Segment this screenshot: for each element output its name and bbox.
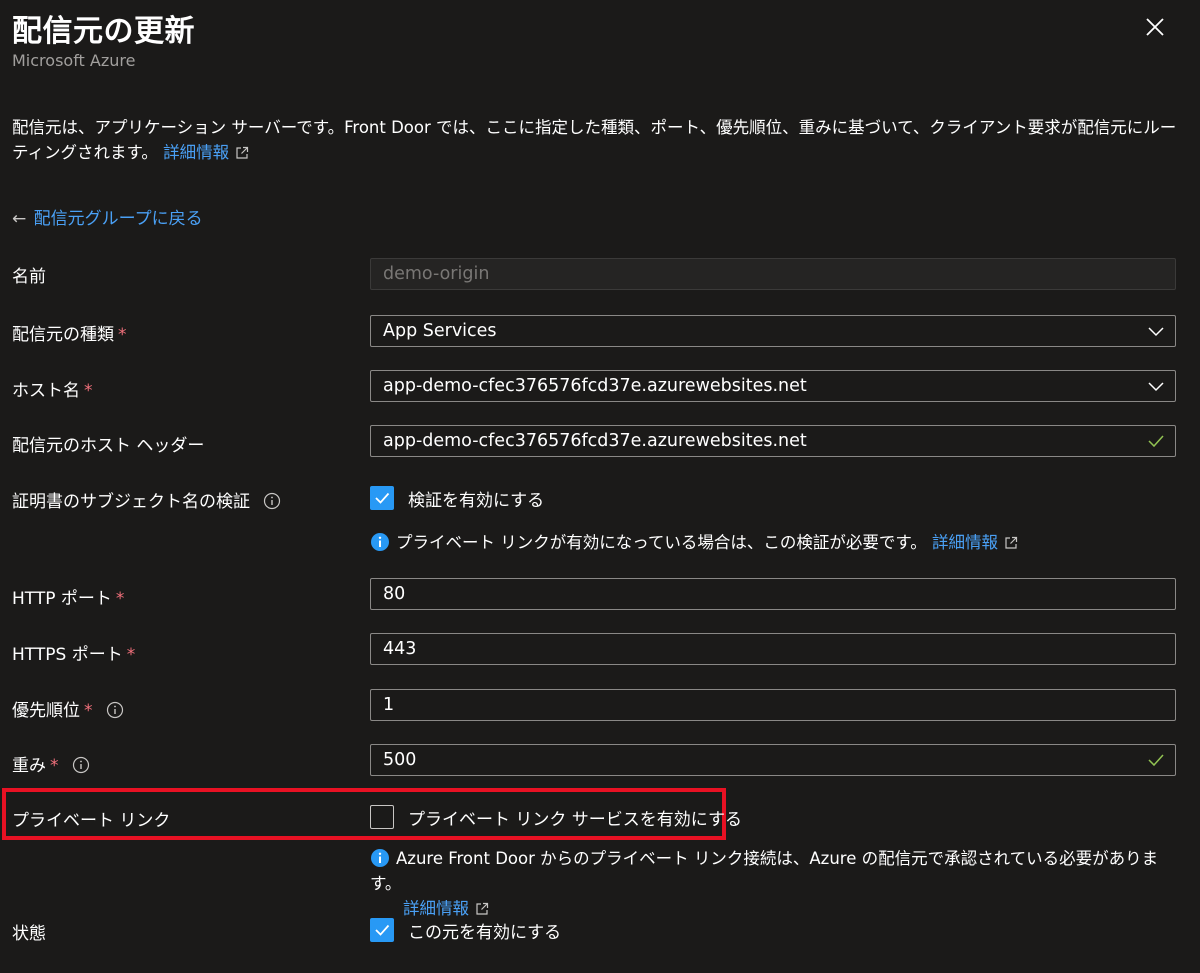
host-header-input[interactable]: app-demo-cfec376576fcd37e.azurewebsites.… [370,425,1176,457]
required-marker: * [84,381,93,401]
priority-label: 優先順位 * [12,696,124,721]
http-port-label: HTTP ポート * [12,589,125,609]
weight-input[interactable]: 500 [370,744,1176,776]
back-link-label: 配信元グループに戻る [33,209,203,229]
valid-check-icon [1148,754,1164,767]
cert-check-checkbox-label[interactable]: 検証を有効にする [408,486,544,511]
external-link-icon [476,902,489,915]
priority-value: 1 [383,695,395,715]
info-icon[interactable] [106,701,124,719]
weight-value: 500 [383,750,417,770]
update-origin-panel: 配信元の更新 Microsoft Azure 配信元は、アプリケーション サーバ… [0,0,1200,973]
private-link-label: プライベート リンク [12,811,171,831]
external-link-icon [236,146,249,159]
status-label: 状態 [12,924,46,944]
host-name-value: app-demo-cfec376576fcd37e.azurewebsites.… [383,376,807,396]
info-icon[interactable] [263,492,281,510]
https-port-input[interactable]: 443 [370,633,1176,665]
info-filled-icon [371,849,389,867]
priority-input[interactable]: 1 [370,689,1176,721]
description: 配信元は、アプリケーション サーバーです。Front Door では、ここに指定… [12,115,1182,165]
cert-check-note: プライベート リンクが有効になっている場合は、この検証が必要です。 詳細情報 [370,530,1018,555]
chevron-down-icon [1148,327,1164,337]
external-link-icon [1005,536,1018,549]
required-marker: * [50,756,59,776]
info-filled-icon [371,533,389,551]
host-header-value: app-demo-cfec376576fcd37e.azurewebsites.… [383,431,807,451]
status-checkbox[interactable] [370,918,394,942]
origin-type-label: 配信元の種類 * [12,325,127,345]
required-marker: * [118,325,127,345]
valid-check-icon [1148,435,1164,448]
http-port-input[interactable]: 80 [370,578,1176,610]
host-name-dropdown[interactable]: app-demo-cfec376576fcd37e.azurewebsites.… [370,370,1176,402]
private-link-checkbox[interactable] [370,805,394,829]
checkmark-icon [375,492,390,504]
name-label: 名前 [12,267,46,287]
cert-check-learn-more-link[interactable]: 詳細情報 [932,533,998,552]
cert-check-note-text: プライベート リンクが有効になっている場合は、この検証が必要です。 [396,533,927,552]
required-marker: * [126,645,136,665]
required-marker: * [115,589,125,609]
host-name-label: ホスト名 * [12,381,93,401]
weight-label: 重み * [12,751,90,776]
required-marker: * [84,701,93,721]
name-value: demo-origin [383,264,490,284]
page-title: 配信元の更新 [12,14,195,49]
http-port-value: 80 [383,584,406,604]
private-link-note-text: Azure Front Door からのプライベート リンク接続は、Azure … [370,849,1159,893]
https-port-value: 443 [383,639,417,659]
status-checkbox-label[interactable]: この元を有効にする [408,918,561,943]
host-header-label: 配信元のホスト ヘッダー [12,436,205,456]
private-link-note: Azure Front Door からのプライベート リンク接続は、Azure … [370,846,1170,921]
close-icon [1146,18,1164,36]
close-button[interactable] [1140,12,1170,42]
back-arrow-icon: ← [12,209,27,229]
chevron-down-icon [1148,382,1164,392]
cert-check-label: 証明書のサブジェクト名の検証 [12,487,281,512]
cert-check-checkbox[interactable] [370,486,394,510]
https-port-label: HTTPS ポート * [12,645,136,665]
name-field[interactable]: demo-origin [370,258,1176,290]
learn-more-link[interactable]: 詳細情報 [163,143,229,162]
page-subtitle: Microsoft Azure [12,51,136,70]
back-to-origin-group-link[interactable]: ← 配信元グループに戻る [12,204,203,229]
private-link-checkbox-label[interactable]: プライベート リンク サービスを有効にする [408,805,742,830]
origin-type-value: App Services [383,321,497,341]
private-link-learn-more-link[interactable]: 詳細情報 [403,899,469,918]
checkmark-icon [375,924,390,936]
info-icon[interactable] [72,756,90,774]
origin-type-dropdown[interactable]: App Services [370,315,1176,347]
